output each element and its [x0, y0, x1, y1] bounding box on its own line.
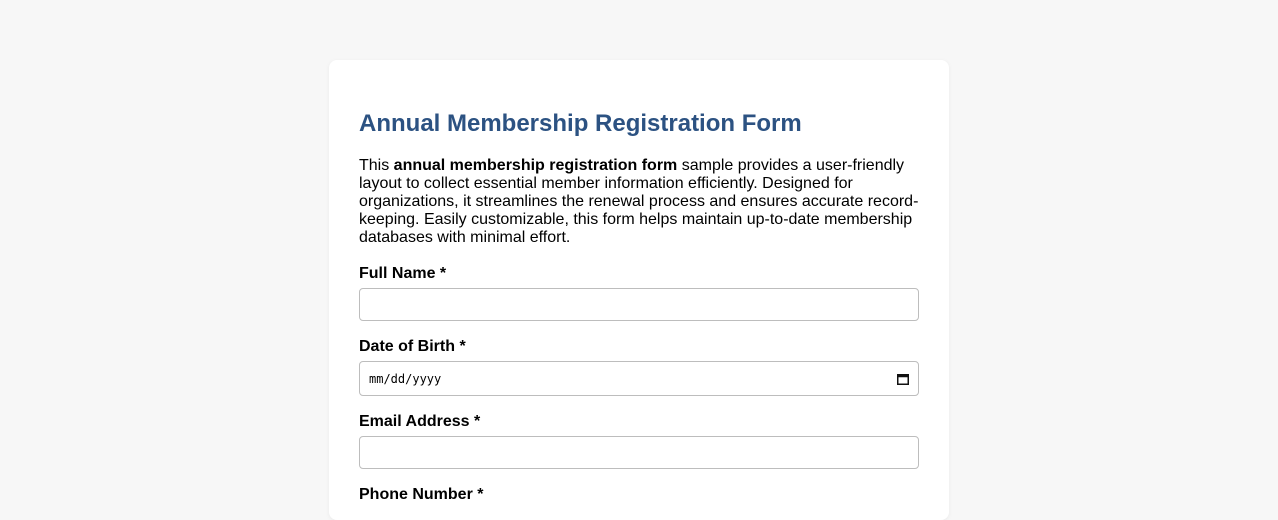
date-of-birth-input[interactable]: mm/dd/yyyy — [359, 361, 919, 396]
page-title: Annual Membership Registration Form — [359, 110, 802, 137]
email-label: Email Address * — [359, 413, 481, 430]
description-lead: This — [359, 157, 394, 174]
date-placeholder: mm/dd/yyyy — [369, 371, 442, 386]
date-of-birth-label: Date of Birth * — [359, 338, 466, 355]
form-card: Annual Membership Registration Form This… — [329, 60, 949, 520]
full-name-label: Full Name * — [359, 265, 447, 282]
email-input[interactable] — [359, 436, 919, 469]
phone-label: Phone Number * — [359, 486, 484, 503]
full-name-input[interactable] — [359, 288, 919, 321]
calendar-icon[interactable] — [897, 373, 909, 385]
description-highlight: annual membership registration form — [393, 157, 678, 174]
form-description: This annual membership registration form… — [359, 157, 921, 247]
